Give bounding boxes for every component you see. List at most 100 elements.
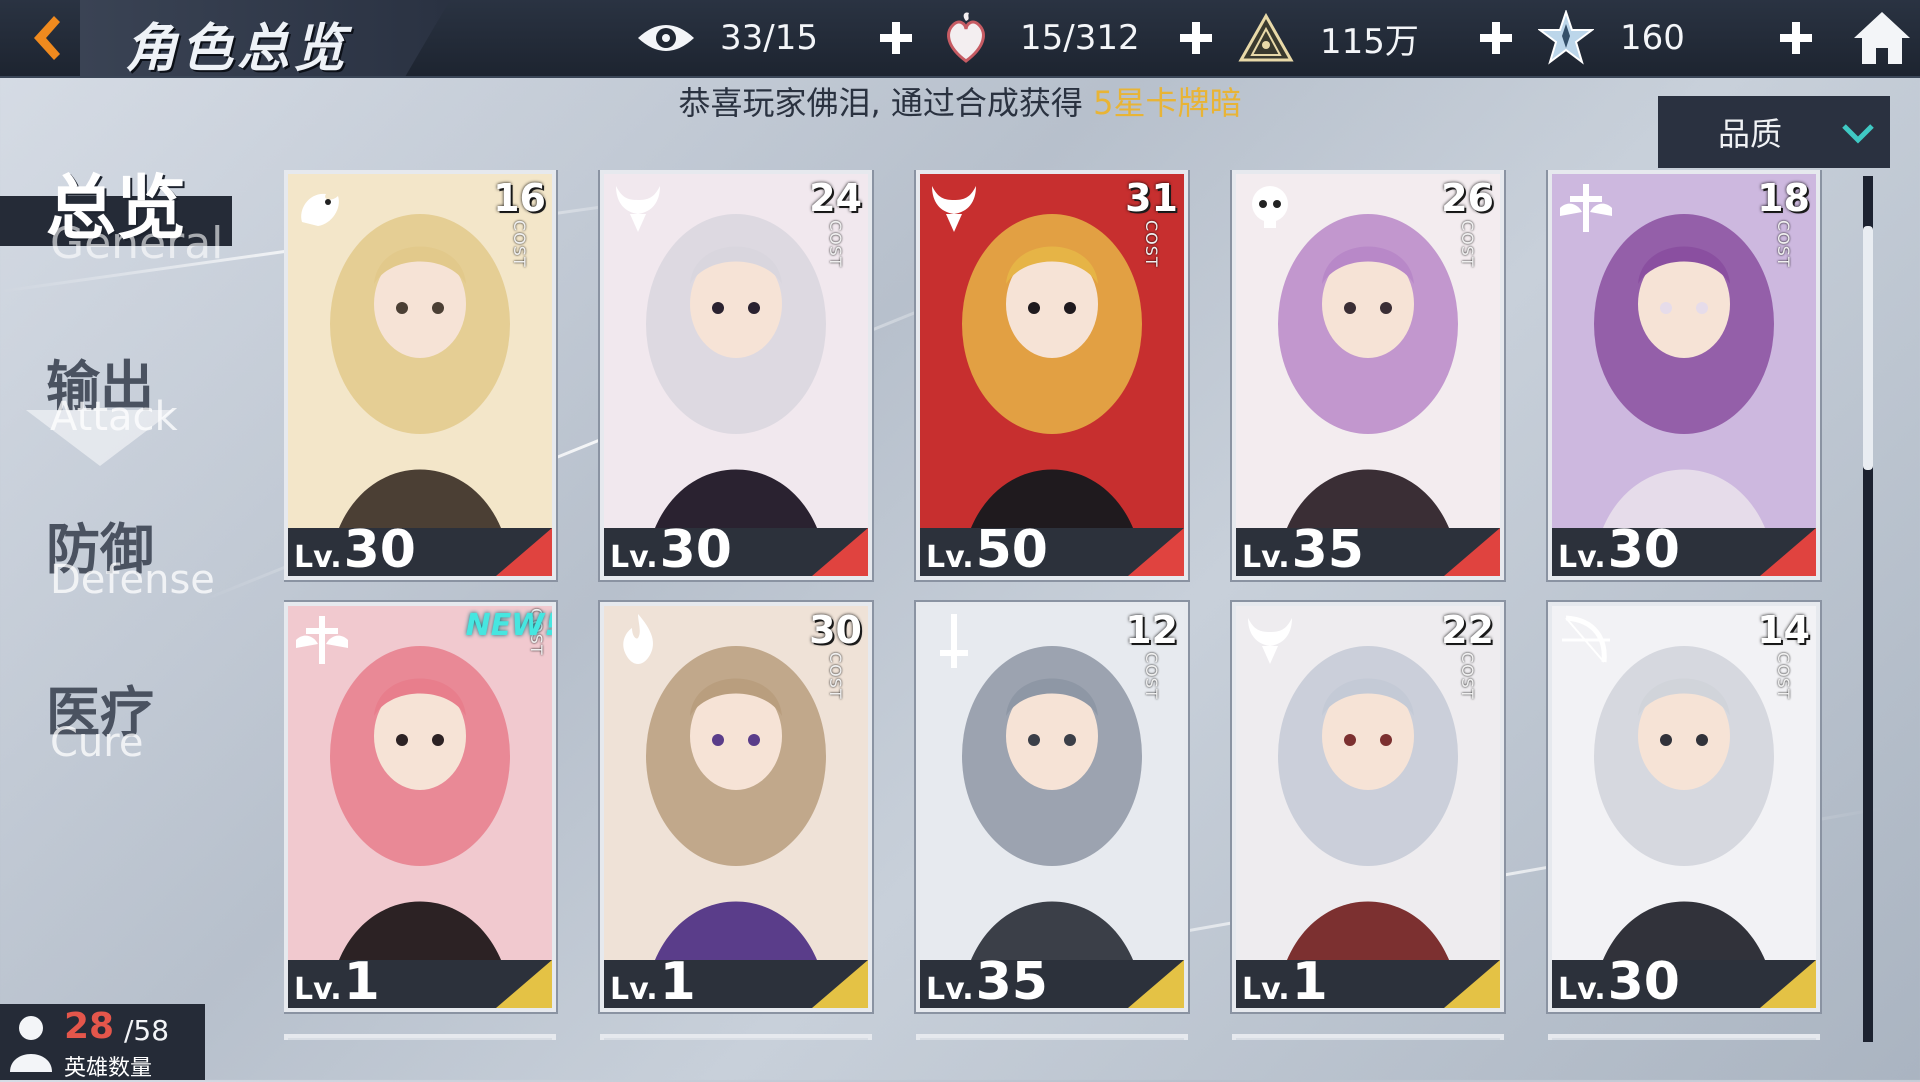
resource-star: 160 [1534, 0, 1760, 76]
cost-badge: 12 COST [1125, 608, 1178, 700]
character-card[interactable]: 24 COST Lv.30 [600, 170, 872, 580]
resource-heart-value: 15/312 [1020, 18, 1140, 58]
character-card[interactable]: 30 COST Lv.1 [600, 602, 872, 1012]
home-button[interactable] [1850, 8, 1914, 68]
add-heart-button[interactable] [1172, 14, 1220, 62]
level-value: 30 [1607, 520, 1680, 580]
skull-icon [1252, 186, 1288, 228]
cost-value: 16 [493, 176, 546, 220]
star-crystal-icon [1534, 8, 1598, 68]
character-card[interactable]: 18 COST Lv.30 [1548, 170, 1820, 580]
resource-heart: 15/312 [934, 0, 1160, 76]
level-value: 30 [1607, 952, 1680, 1012]
cost-value: 14 [1757, 608, 1810, 652]
character-card[interactable]: 16 COST Lv.30 [284, 170, 556, 580]
eye-icon [634, 8, 698, 68]
cost-badge: 16 COST [493, 176, 546, 268]
character-card-partial[interactable] [600, 1034, 872, 1040]
character-card[interactable]: 31 COST Lv.50 [916, 170, 1188, 580]
character-card[interactable]: COST NEW! Lv.1 [284, 602, 556, 1012]
cost-badge: 30 COST [809, 608, 862, 700]
level-prefix: Lv. [926, 972, 974, 1007]
character-card[interactable]: 12 COST Lv.35 [916, 602, 1188, 1012]
tab-cure-en: Cure [50, 720, 144, 766]
hero-count-label: 英雄数量 [64, 1056, 153, 1081]
cost-label: COST [1142, 220, 1162, 268]
person-icon [10, 1016, 52, 1072]
character-card[interactable]: 14 COST Lv.30 [1548, 602, 1820, 1012]
character-grid: 16 COST Lv.30 24 COST Lv.30 31 COST Lv.50 26 COST L… [284, 170, 1824, 1040]
cross-wing-icon [1560, 184, 1612, 232]
character-card-partial[interactable] [916, 1034, 1188, 1040]
resource-pyramid-value: 115万 [1320, 21, 1419, 62]
cost-label: COST [1142, 652, 1162, 700]
level-prefix: Lv. [1558, 972, 1606, 1007]
heart-flame-icon [934, 8, 998, 68]
nav-arrow-icon [26, 410, 174, 466]
cost-value: 31 [1125, 176, 1178, 220]
rarity-corner [496, 960, 552, 1008]
filter-label: 品质 [1718, 115, 1783, 153]
character-card[interactable]: 22 COST Lv.1 [1232, 602, 1504, 1012]
tab-defense[interactable]: 防御 Defense [0, 505, 280, 605]
character-card-partial[interactable] [1232, 1034, 1504, 1040]
cost-badge: 26 COST [1441, 176, 1494, 268]
scrollbar-thumb[interactable] [1863, 226, 1873, 470]
level-value: 50 [975, 520, 1048, 580]
level-text: Lv.30 [610, 520, 732, 580]
level-prefix: Lv. [294, 972, 342, 1007]
level-prefix: Lv. [1242, 540, 1290, 575]
cost-badge: 22 COST [1441, 608, 1494, 700]
cost-label: COST [510, 220, 530, 268]
sword-icon [940, 614, 968, 668]
bow-icon [1562, 615, 1610, 663]
level-text: Lv.35 [926, 952, 1048, 1012]
demon-horn-icon [932, 186, 976, 232]
cost-badge: 24 COST [809, 176, 862, 268]
top-bar: 角色总览 33/15 15/312 115万 160 [0, 0, 1920, 79]
cost-value: 22 [1441, 608, 1494, 652]
level-bar: Lv.30 [288, 520, 552, 576]
notice-highlight: 5星卡牌暗 [1093, 84, 1242, 122]
resource-eye: 33/15 [634, 0, 860, 76]
rarity-corner [1444, 528, 1500, 576]
level-prefix: Lv. [1242, 972, 1290, 1007]
character-card-partial[interactable] [1548, 1034, 1820, 1040]
page-title: 角色总览 [125, 18, 350, 79]
back-arrow-icon [34, 16, 60, 60]
character-card[interactable]: 26 COST Lv.35 [1232, 170, 1504, 580]
character-card-partial[interactable] [284, 1034, 556, 1040]
level-text: Lv.50 [926, 520, 1048, 580]
notice-text: 恭喜玩家佛泪, 通过合成获得 [678, 84, 1094, 122]
quality-filter-dropdown[interactable]: 品质 [1658, 96, 1890, 168]
rarity-corner [1760, 528, 1816, 576]
add-eye-button[interactable] [872, 14, 920, 62]
level-prefix: Lv. [610, 972, 658, 1007]
level-prefix: Lv. [926, 540, 974, 575]
level-text: Lv.1 [610, 952, 696, 1008]
level-value: 30 [659, 520, 732, 580]
tab-general[interactable]: 总览 General [0, 152, 280, 272]
rarity-corner [1128, 528, 1184, 576]
level-bar: Lv.30 [1552, 952, 1816, 1008]
cost-value: 18 [1757, 176, 1810, 220]
rarity-corner [1760, 960, 1816, 1008]
add-pyramid-button[interactable] [1472, 14, 1520, 62]
cost-label: COST [826, 652, 846, 700]
back-button[interactable] [0, 0, 92, 76]
tab-general-en: General [50, 218, 224, 269]
home-icon [1854, 12, 1910, 64]
cost-label: COST [1774, 652, 1794, 700]
add-star-button[interactable] [1772, 14, 1820, 62]
tab-cure[interactable]: 医疗 Cure [0, 668, 280, 768]
cost-label: COST [1458, 652, 1478, 700]
resource-star-value: 160 [1620, 18, 1685, 58]
demon-horn-icon [1248, 618, 1292, 664]
level-prefix: Lv. [1558, 540, 1606, 575]
level-value: 30 [343, 520, 416, 580]
level-bar: Lv.1 [288, 952, 552, 1008]
resource-eye-value: 33/15 [720, 18, 818, 58]
level-bar: Lv.30 [604, 520, 868, 576]
hero-count-total: /58 [124, 1014, 170, 1047]
level-value: 35 [975, 952, 1048, 1012]
